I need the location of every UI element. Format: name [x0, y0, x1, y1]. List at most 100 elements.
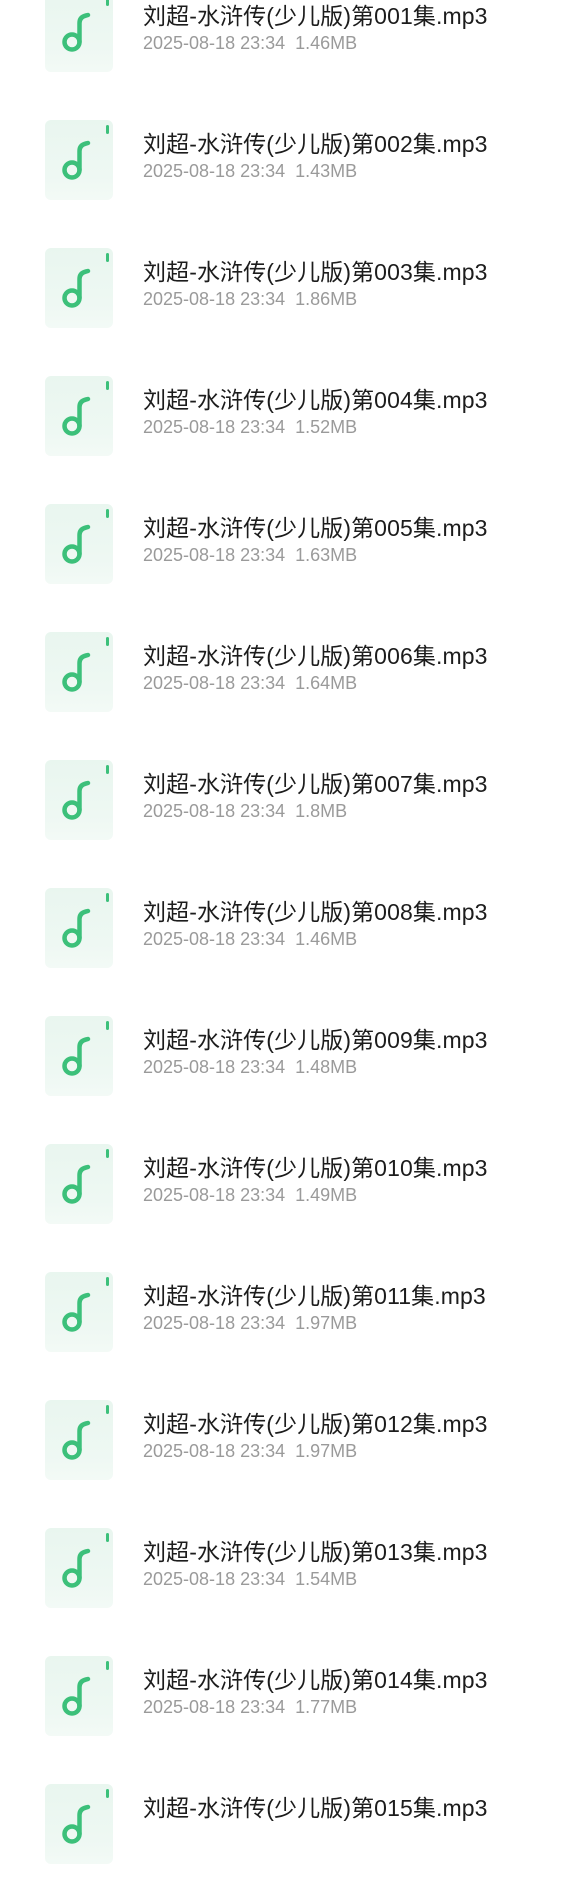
file-date: 2025-08-18 23:34	[143, 1441, 286, 1461]
file-size: 1.64MB	[295, 673, 358, 693]
file-list-item[interactable]: 刘超-水浒传(少儿版)第013集.mp3 2025-08-18 23:34 1.5…	[0, 1497, 572, 1625]
file-list-item[interactable]: 刘超-水浒传(少儿版)第003集.mp3 2025-08-18 23:34 1.8…	[0, 217, 572, 345]
file-size: 1.77MB	[295, 1697, 358, 1717]
file-name: 刘超-水浒传(少儿版)第005集.mp3	[143, 515, 488, 541]
file-name: 刘超-水浒传(少儿版)第006集.mp3	[143, 643, 488, 669]
file-list-item[interactable]: 刘超-水浒传(少儿版)第004集.mp3 2025-08-18 23:34 1.5…	[0, 345, 572, 473]
file-meta: 2025-08-18 23:34 1.97MB	[143, 1313, 357, 1334]
file-size: 1.54MB	[295, 1569, 358, 1589]
file-date: 2025-08-18 23:34	[143, 1185, 286, 1205]
file-meta: 2025-08-18 23:34 1.43MB	[143, 161, 357, 182]
file-name: 刘超-水浒传(少儿版)第009集.mp3	[143, 1027, 488, 1053]
file-list-item[interactable]: 刘超-水浒传(少儿版)第012集.mp3 2025-08-18 23:34 1.9…	[0, 1369, 572, 1497]
file-list: 刘超-水浒传(少儿版)第001集.mp3 2025-08-18 23:34 1.4…	[0, 0, 572, 1881]
file-date: 2025-08-18 23:34	[143, 545, 286, 565]
music-note-icon	[62, 1661, 109, 1716]
file-meta: 2025-08-18 23:34 1.46MB	[143, 929, 357, 950]
music-note-icon	[62, 1021, 109, 1076]
file-date: 2025-08-18 23:34	[143, 801, 286, 821]
file-date: 2025-08-18 23:34	[143, 289, 286, 309]
file-meta: 2025-08-18 23:34 1.46MB	[143, 33, 357, 54]
file-list-item[interactable]: 刘超-水浒传(少儿版)第014集.mp3 2025-08-18 23:34 1.7…	[0, 1625, 572, 1753]
music-note-icon	[62, 1533, 109, 1588]
file-meta: 2025-08-18 23:34 1.64MB	[143, 673, 357, 694]
file-date: 2025-08-18 23:34	[143, 673, 286, 693]
file-size: 1.63MB	[295, 545, 358, 565]
file-meta: 2025-08-18 23:34 1.77MB	[143, 1697, 357, 1718]
file-list-item[interactable]: 刘超-水浒传(少儿版)第005集.mp3 2025-08-18 23:34 1.6…	[0, 473, 572, 601]
music-file-icon	[45, 1144, 113, 1224]
file-name: 刘超-水浒传(少儿版)第013集.mp3	[143, 1539, 488, 1565]
music-note-icon	[62, 1405, 109, 1460]
file-size: 1.49MB	[295, 1185, 358, 1205]
file-size: 1.43MB	[295, 161, 358, 181]
file-name: 刘超-水浒传(少儿版)第002集.mp3	[143, 131, 488, 157]
music-file-icon	[45, 376, 113, 456]
file-meta: 2025-08-18 23:34 1.97MB	[143, 1441, 357, 1462]
music-file-icon	[45, 1016, 113, 1096]
file-name: 刘超-水浒传(少儿版)第004集.mp3	[143, 387, 488, 413]
music-note-icon	[62, 0, 109, 52]
music-file-icon	[45, 1656, 113, 1736]
music-note-icon	[62, 1789, 109, 1844]
music-note-icon	[62, 125, 109, 180]
music-note-icon	[62, 765, 109, 820]
music-file-icon	[45, 760, 113, 840]
file-name: 刘超-水浒传(少儿版)第012集.mp3	[143, 1411, 488, 1437]
file-size: 1.48MB	[295, 1057, 358, 1077]
file-meta: 2025-08-18 23:34 1.8MB	[143, 801, 347, 822]
file-name: 刘超-水浒传(少儿版)第007集.mp3	[143, 771, 488, 797]
music-note-icon	[62, 509, 109, 564]
file-size: 1.97MB	[295, 1441, 358, 1461]
file-list-item[interactable]: 刘超-水浒传(少儿版)第006集.mp3 2025-08-18 23:34 1.6…	[0, 601, 572, 729]
music-file-icon	[45, 1528, 113, 1608]
file-size: 1.46MB	[295, 33, 358, 53]
file-size: 1.52MB	[295, 417, 358, 437]
file-name: 刘超-水浒传(少儿版)第011集.mp3	[143, 1283, 486, 1309]
music-file-icon	[45, 0, 113, 72]
music-note-icon	[62, 253, 109, 308]
music-file-icon	[45, 632, 113, 712]
file-meta: 2025-08-18 23:34 1.86MB	[143, 289, 357, 310]
music-note-icon	[62, 637, 109, 692]
file-name: 刘超-水浒传(少儿版)第010集.mp3	[143, 1155, 488, 1181]
file-meta: 2025-08-18 23:34 1.49MB	[143, 1185, 357, 1206]
file-list-item[interactable]: 刘超-水浒传(少儿版)第001集.mp3 2025-08-18 23:34 1.4…	[0, 0, 572, 89]
file-meta	[143, 1825, 153, 1846]
file-list-item[interactable]: 刘超-水浒传(少儿版)第010集.mp3 2025-08-18 23:34 1.4…	[0, 1113, 572, 1241]
file-size: 1.46MB	[295, 929, 358, 949]
file-name: 刘超-水浒传(少儿版)第014集.mp3	[143, 1667, 488, 1693]
file-date: 2025-08-18 23:34	[143, 161, 286, 181]
music-note-icon	[62, 893, 109, 948]
file-meta: 2025-08-18 23:34 1.52MB	[143, 417, 357, 438]
music-file-icon	[45, 120, 113, 200]
music-note-icon	[62, 1149, 109, 1204]
file-date: 2025-08-18 23:34	[143, 1313, 286, 1333]
music-file-icon	[45, 1400, 113, 1480]
file-date: 2025-08-18 23:34	[143, 1569, 286, 1589]
file-list-item[interactable]: 刘超-水浒传(少儿版)第002集.mp3 2025-08-18 23:34 1.4…	[0, 89, 572, 217]
music-file-icon	[45, 504, 113, 584]
file-meta: 2025-08-18 23:34 1.48MB	[143, 1057, 357, 1078]
file-date: 2025-08-18 23:34	[143, 929, 286, 949]
file-list-item[interactable]: 刘超-水浒传(少儿版)第015集.mp3	[0, 1753, 572, 1881]
file-name: 刘超-水浒传(少儿版)第008集.mp3	[143, 899, 488, 925]
music-file-icon	[45, 888, 113, 968]
music-note-icon	[62, 1277, 109, 1332]
file-size: 1.97MB	[295, 1313, 358, 1333]
file-size: 1.8MB	[295, 801, 348, 821]
file-date: 2025-08-18 23:34	[143, 417, 286, 437]
file-date: 2025-08-18 23:34	[143, 1057, 286, 1077]
file-meta: 2025-08-18 23:34 1.54MB	[143, 1569, 357, 1590]
file-list-item[interactable]: 刘超-水浒传(少儿版)第007集.mp3 2025-08-18 23:34 1.8…	[0, 729, 572, 857]
file-meta: 2025-08-18 23:34 1.63MB	[143, 545, 357, 566]
file-name: 刘超-水浒传(少儿版)第015集.mp3	[143, 1795, 488, 1821]
file-list-item[interactable]: 刘超-水浒传(少儿版)第008集.mp3 2025-08-18 23:34 1.4…	[0, 857, 572, 985]
music-file-icon	[45, 1784, 113, 1864]
music-file-icon	[45, 1272, 113, 1352]
file-list-item[interactable]: 刘超-水浒传(少儿版)第009集.mp3 2025-08-18 23:34 1.4…	[0, 985, 572, 1113]
file-date: 2025-08-18 23:34	[143, 33, 286, 53]
file-name: 刘超-水浒传(少儿版)第001集.mp3	[143, 3, 488, 29]
file-list-item[interactable]: 刘超-水浒传(少儿版)第011集.mp3 2025-08-18 23:34 1.9…	[0, 1241, 572, 1369]
file-date: 2025-08-18 23:34	[143, 1697, 286, 1717]
